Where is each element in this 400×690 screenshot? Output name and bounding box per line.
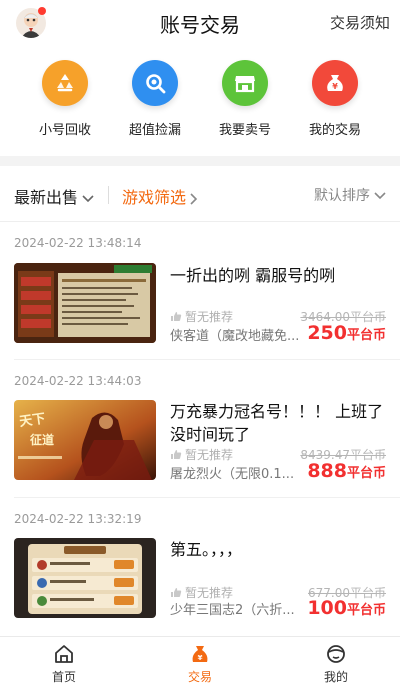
top-header: 账号交易 交易须知 [0, 0, 400, 44]
nav-trade[interactable]: ¥ 交易 [160, 643, 240, 685]
listing-date: 2024-02-22 13:44:03 [14, 374, 142, 388]
recommend-label: 暂无推荐 [185, 310, 234, 324]
svg-text:¥: ¥ [198, 654, 203, 662]
chevron-right-icon [190, 192, 198, 205]
listing-title: 第五。，，， [170, 540, 243, 559]
quick-actions: 小号回收 超值捡漏 我要卖号 ¥ 我的交易 [0, 60, 400, 150]
trade-notice-link[interactable]: 交易须知 [330, 12, 390, 33]
listing-thumbnail [14, 263, 156, 343]
recommend-label: 暂无推荐 [185, 586, 234, 600]
thumbs-up-icon [171, 450, 182, 459]
profile-icon [327, 645, 345, 663]
listing-item[interactable]: 2024-02-22 13:32:19 第五。，，， 暂无推荐 少年三国志2（六… [0, 498, 400, 636]
sort-dropdown[interactable]: 默认排序 [314, 185, 386, 205]
listing-title: 万充暴力冠名号！！！ 上班了没时间玩了 [170, 402, 384, 444]
thumbs-up-icon [171, 312, 182, 321]
nav-home-label: 首页 [51, 670, 76, 684]
game-filter-button[interactable]: 游戏筛选 [122, 184, 198, 208]
listing-thumbnail: 天下 征道 [14, 400, 156, 480]
nav-home[interactable]: 首页 [24, 643, 104, 685]
latest-sale-dropdown[interactable]: 最新出售 [14, 184, 94, 208]
nav-profile-label: 我的 [323, 670, 348, 684]
nav-trade-label: 交易 [187, 670, 212, 684]
recommend-label: 暂无推荐 [185, 448, 234, 462]
svg-text:¥: ¥ [332, 82, 338, 91]
price-value: 250 [307, 322, 347, 344]
listing-price: 888平台币 [307, 460, 386, 482]
listing-thumbnail [14, 538, 156, 618]
bottom-nav: 首页 ¥ 交易 我的 [0, 636, 400, 690]
latest-sale-label: 最新出售 [14, 188, 79, 207]
filter-bar: 最新出售 游戏筛选 默认排序 [0, 166, 400, 222]
chevron-down-icon [82, 194, 94, 202]
moneybag-icon: ¥ [312, 60, 358, 106]
svg-text:征道: 征道 [30, 432, 54, 447]
section-divider [0, 156, 400, 166]
recommend-tag: 暂无推荐 [170, 308, 233, 325]
store-icon [222, 60, 268, 106]
listing-date: 2024-02-22 13:48:14 [14, 236, 142, 250]
trade-icon: ¥ [192, 646, 208, 662]
quick-action-recycle[interactable]: 小号回收 [15, 60, 115, 138]
quick-action-my-trades[interactable]: ¥ 我的交易 [285, 60, 385, 138]
quick-action-bargain[interactable]: 超值捡漏 [105, 60, 205, 138]
listing-price: 100平台币 [307, 597, 386, 619]
recommend-tag: 暂无推荐 [170, 446, 233, 463]
game-filter-label: 游戏筛选 [122, 188, 187, 207]
quick-action-label: 超值捡漏 [128, 123, 181, 138]
listing-game-name: 侠客道（魔改地藏免... [170, 329, 300, 344]
listing-price: 250平台币 [307, 322, 386, 344]
sort-label: 默认排序 [314, 188, 370, 204]
quick-action-label: 我要卖号 [218, 123, 271, 138]
price-value: 888 [307, 460, 347, 482]
quick-action-sell[interactable]: 我要卖号 [195, 60, 295, 138]
price-unit: 平台币 [346, 603, 386, 618]
magnifier-icon [132, 60, 178, 106]
price-unit: 平台币 [346, 466, 386, 481]
home-icon [55, 645, 73, 663]
filter-separator [108, 186, 109, 204]
listing-date: 2024-02-22 13:32:19 [14, 512, 142, 526]
price-unit: 平台币 [346, 328, 386, 343]
thumbs-up-icon [171, 588, 182, 597]
chevron-down-icon [374, 192, 386, 200]
listing-game-name: 屠龙烈火（无限0.1... [170, 467, 295, 482]
listing-item[interactable]: 2024-02-22 13:44:03 天下 征道 万充暴力冠名号！！！ 上班了… [0, 360, 400, 498]
listing-item[interactable]: 2024-02-22 13:48:14 一折出的咧 霸服号的咧 暂无推荐 侠客道… [0, 222, 400, 360]
quick-action-label: 小号回收 [38, 123, 91, 138]
recycle-icon [42, 60, 88, 106]
nav-profile[interactable]: 我的 [296, 643, 376, 685]
listing-title: 一折出的咧 霸服号的咧 [170, 266, 336, 285]
listing-game-name: 少年三国志2（六折... [170, 603, 295, 618]
price-value: 100 [307, 597, 347, 619]
quick-action-label: 我的交易 [308, 123, 361, 138]
